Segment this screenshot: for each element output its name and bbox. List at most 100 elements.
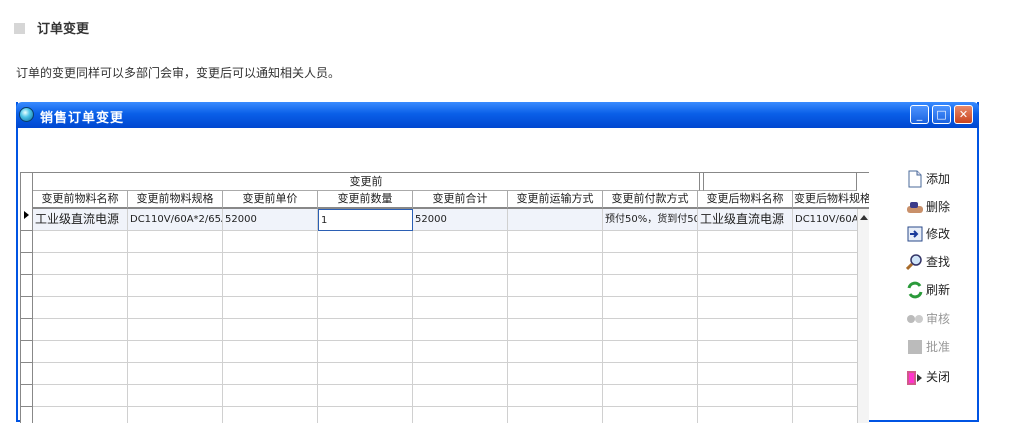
table-cell[interactable] (318, 407, 413, 423)
approve-button[interactable]: 批准 (904, 336, 974, 358)
table-cell[interactable]: 52000 (223, 209, 318, 231)
table-cell[interactable] (128, 297, 223, 319)
column-header[interactable]: 变更前合计 (413, 191, 508, 209)
table-cell[interactable] (223, 385, 318, 407)
empty-table-row[interactable] (33, 231, 869, 253)
table-cell[interactable]: 52000 (413, 209, 508, 231)
table-cell[interactable] (603, 341, 698, 363)
table-cell[interactable] (508, 319, 603, 341)
table-cell[interactable] (698, 253, 793, 275)
table-cell[interactable]: 预付50%，货到付50% (603, 209, 698, 231)
table-cell[interactable] (508, 253, 603, 275)
table-cell[interactable] (508, 341, 603, 363)
table-cell[interactable] (128, 341, 223, 363)
table-cell[interactable] (318, 253, 413, 275)
column-header[interactable]: 变更前单价 (223, 191, 318, 209)
empty-table-row[interactable] (33, 297, 869, 319)
table-cell[interactable] (413, 341, 508, 363)
table-cell[interactable] (223, 407, 318, 423)
empty-table-row[interactable] (33, 253, 869, 275)
table-cell[interactable] (128, 319, 223, 341)
table-cell[interactable] (223, 253, 318, 275)
grid-vertical-scrollbar[interactable] (857, 209, 869, 423)
table-cell[interactable] (33, 275, 128, 297)
column-header[interactable]: 变更前运输方式 (508, 191, 603, 209)
table-cell[interactable] (603, 407, 698, 423)
table-cell[interactable]: 1 (318, 209, 413, 231)
table-cell[interactable] (223, 275, 318, 297)
column-header[interactable]: 变更前付款方式 (603, 191, 698, 209)
table-cell[interactable] (603, 231, 698, 253)
table-cell[interactable] (698, 231, 793, 253)
column-header[interactable]: 变更后物料规格 (793, 191, 869, 209)
table-cell[interactable] (508, 297, 603, 319)
table-cell[interactable] (413, 363, 508, 385)
table-cell[interactable] (128, 385, 223, 407)
table-cell[interactable] (318, 363, 413, 385)
table-cell[interactable] (223, 319, 318, 341)
table-cell[interactable] (33, 407, 128, 423)
table-cell[interactable] (33, 341, 128, 363)
table-cell[interactable]: DC110V/60A*2/65A (128, 209, 223, 231)
table-cell[interactable] (33, 363, 128, 385)
table-cell[interactable] (603, 275, 698, 297)
column-header[interactable]: 变更前物料规格 (128, 191, 223, 209)
find-button[interactable]: 查找 (904, 251, 974, 273)
column-header[interactable]: 变更后物料名称 (698, 191, 793, 209)
close-window-button[interactable]: ✕ (954, 105, 973, 124)
refresh-button[interactable]: 刷新 (904, 279, 974, 301)
table-cell[interactable] (33, 231, 128, 253)
table-cell[interactable] (508, 231, 603, 253)
table-cell[interactable] (698, 363, 793, 385)
table-cell[interactable] (128, 407, 223, 423)
table-cell[interactable] (128, 253, 223, 275)
empty-table-row[interactable] (33, 341, 869, 363)
table-cell[interactable] (33, 297, 128, 319)
table-cell[interactable] (603, 319, 698, 341)
window-titlebar[interactable]: 销售订单变更 _ □ ✕ (16, 102, 979, 128)
delete-button[interactable]: 删除 (904, 196, 974, 218)
column-header[interactable]: 变更前数量 (318, 191, 413, 209)
table-cell[interactable] (318, 341, 413, 363)
table-cell[interactable]: 工业级直流电源 (698, 209, 793, 231)
table-cell[interactable] (508, 363, 603, 385)
table-cell[interactable] (603, 385, 698, 407)
add-button[interactable]: 添加 (904, 168, 974, 190)
maximize-button[interactable]: □ (932, 105, 951, 124)
table-cell[interactable] (33, 385, 128, 407)
edit-button[interactable]: 修改 (904, 223, 974, 245)
table-cell[interactable] (223, 231, 318, 253)
table-cell[interactable] (508, 209, 603, 231)
table-cell[interactable] (318, 275, 413, 297)
table-cell[interactable] (223, 297, 318, 319)
table-cell[interactable] (318, 231, 413, 253)
table-cell[interactable] (603, 253, 698, 275)
table-cell[interactable] (698, 297, 793, 319)
audit-button[interactable]: 审核 (904, 308, 974, 330)
table-cell[interactable] (33, 253, 128, 275)
table-row[interactable]: 工业级直流电源 DC110V/60A*2/65A 52000 1 52000 预付50%，… (33, 209, 869, 231)
table-cell[interactable] (223, 341, 318, 363)
table-cell[interactable] (508, 385, 603, 407)
table-cell[interactable] (413, 275, 508, 297)
table-cell[interactable] (33, 319, 128, 341)
table-cell[interactable] (413, 297, 508, 319)
table-cell[interactable] (223, 363, 318, 385)
table-cell[interactable] (508, 275, 603, 297)
empty-table-row[interactable] (33, 363, 869, 385)
order-change-grid[interactable]: 变更前 变更前物料名称 变更前物料规格 变更前单价 变更前数量 变更前合计 变更前运输方式… (20, 172, 869, 423)
table-cell[interactable] (128, 363, 223, 385)
table-cell[interactable] (698, 385, 793, 407)
empty-table-row[interactable] (33, 385, 869, 407)
table-cell[interactable] (698, 341, 793, 363)
table-cell[interactable] (413, 231, 508, 253)
table-cell[interactable] (413, 253, 508, 275)
table-cell[interactable] (603, 363, 698, 385)
table-cell[interactable] (413, 319, 508, 341)
table-cell[interactable] (128, 275, 223, 297)
table-cell[interactable] (698, 275, 793, 297)
table-cell[interactable] (318, 297, 413, 319)
table-cell[interactable]: 工业级直流电源 (33, 209, 128, 231)
column-header[interactable]: 变更前物料名称 (33, 191, 128, 209)
table-cell[interactable] (318, 385, 413, 407)
